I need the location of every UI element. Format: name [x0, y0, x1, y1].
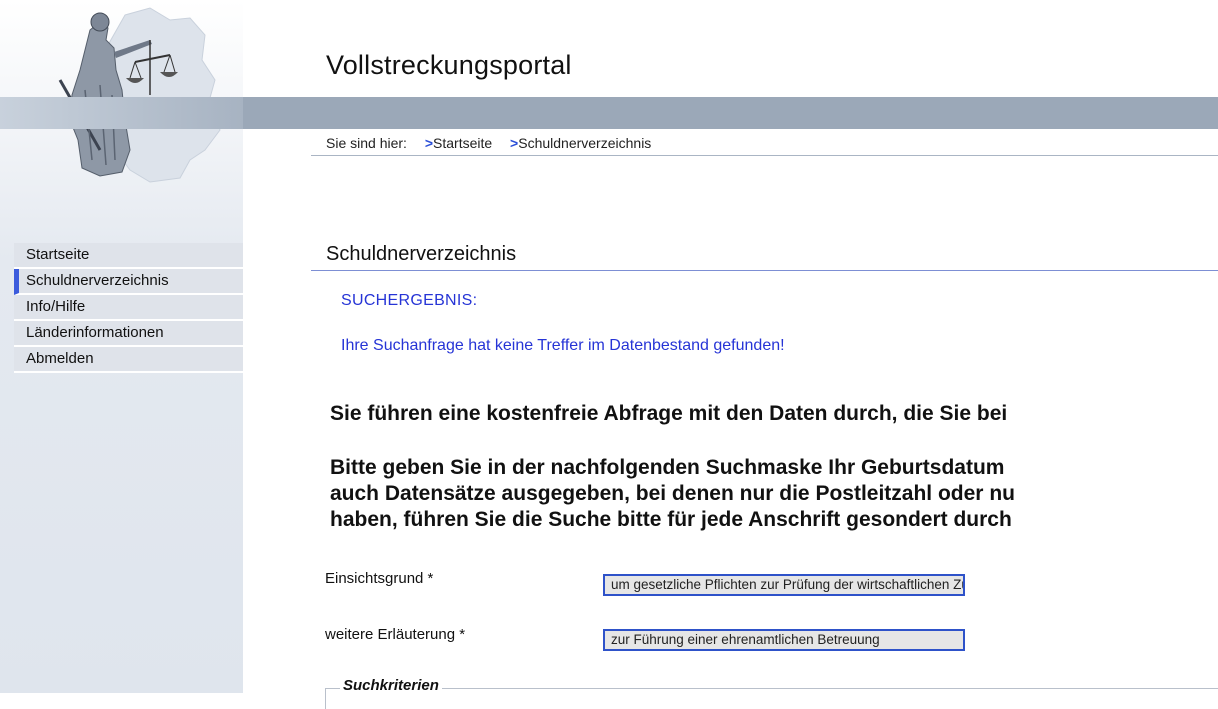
instructions-line: haben, führen Sie die Suche bitte für je… — [330, 508, 1012, 531]
search-criteria-fieldset — [325, 688, 1218, 709]
section-divider — [311, 270, 1218, 271]
sidebar-item-info-hilfe[interactable]: Info/Hilfe — [14, 295, 243, 321]
breadcrumb-link-startseite[interactable]: >Startseite — [425, 135, 492, 151]
header-bar-left — [0, 97, 243, 129]
sidebar-item-startseite[interactable]: Startseite — [14, 243, 243, 269]
sidebar-nav: Startseite Schuldnerverzeichnis Info/Hil… — [14, 243, 243, 373]
breadcrumb-link-schuldnerverzeichnis[interactable]: >Schuldnerverzeichnis — [510, 135, 651, 151]
breadcrumb: Sie sind hier: >Startseite >Schuldnerver… — [326, 135, 651, 151]
einsichtsgrund-select[interactable]: um gesetzliche Pflichten zur Prüfung der… — [603, 574, 965, 596]
sidebar-item-abmelden[interactable]: Abmelden — [14, 347, 243, 373]
sidebar-item-laenderinformationen[interactable]: Länderinformationen — [14, 321, 243, 347]
section-title: Schuldnerverzeichnis — [326, 243, 517, 265]
einsichtsgrund-label: Einsichtsgrund * — [325, 570, 434, 587]
justitia-logo — [58, 7, 221, 183]
breadcrumb-arrow-icon: > — [510, 135, 519, 151]
result-message: Ihre Suchanfrage hat keine Treffer im Da… — [341, 337, 785, 354]
page-title: Vollstreckungsportal — [326, 50, 572, 80]
notice-text: Sie führen eine kostenfreie Abfrage mit … — [330, 402, 1008, 425]
breadcrumb-arrow-icon: > — [424, 135, 434, 151]
breadcrumb-prefix: Sie sind hier: — [326, 135, 407, 151]
result-heading: SUCHERGEBNIS: — [341, 292, 478, 309]
erlaeuterung-select[interactable]: zur Führung einer ehrenamtlichen Betreuu… — [603, 629, 965, 651]
instructions-line: auch Datensätze ausgegeben, bei denen nu… — [330, 482, 1015, 505]
breadcrumb-divider — [311, 155, 1218, 156]
instructions-text: Bitte geben Sie in der nachfolgenden Suc… — [330, 455, 1015, 533]
breadcrumb-label: Startseite — [433, 135, 493, 151]
instructions-line: Bitte geben Sie in der nachfolgenden Suc… — [330, 456, 1005, 479]
search-criteria-legend: Suchkriterien — [340, 677, 442, 694]
breadcrumb-label: Schuldnerverzeichnis — [518, 135, 652, 151]
sidebar-item-schuldnerverzeichnis[interactable]: Schuldnerverzeichnis — [14, 269, 243, 295]
erlaeuterung-label: weitere Erläuterung * — [325, 626, 466, 643]
